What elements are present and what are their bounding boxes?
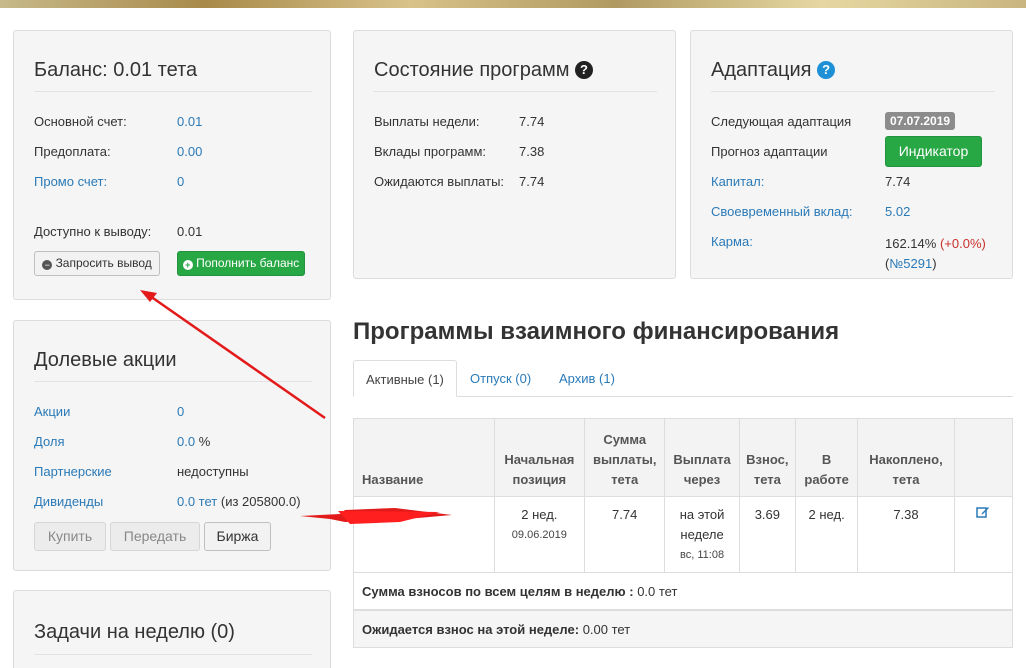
dividends-link[interactable]: Дивиденды	[34, 494, 103, 509]
row-payout-in: на этой неделе	[679, 507, 725, 542]
expected-fee-label: Ожидается взнос на этой неделе:	[362, 622, 580, 637]
expected-payouts-label: Ожидаются выплаты:	[374, 174, 505, 189]
topup-button-label: Пополнить баланс	[196, 256, 300, 270]
adaptation-title-wrap: Адаптация ?	[711, 59, 836, 82]
row-actions	[953, 496, 1014, 574]
prepayment-value[interactable]: 0.00	[177, 144, 202, 159]
karma-value-wrap: 162.14% (+0.0%) (№5291)	[885, 236, 986, 271]
weekly-sum-row: Сумма взносов по всем целям в неделю : 0…	[353, 572, 1013, 610]
col-in-work: В работе	[794, 418, 859, 497]
row-payout-in-cell: на этой неделе вс, 11:08	[664, 496, 740, 574]
program-deposits-label: Вклады программ:	[374, 144, 487, 159]
row-payout: 7.74	[584, 496, 666, 574]
withdraw-button[interactable]: − Запросить вывод	[34, 251, 160, 276]
timely-deposit-value[interactable]: 5.02	[885, 204, 910, 219]
promo-account-link[interactable]: Промо счет:	[34, 174, 107, 189]
withdraw-button-label: Запросить вывод	[55, 256, 152, 270]
row-position-date: 09.06.2019	[511, 529, 567, 541]
program-state-panel: Состояние программ ? Выплаты недели: 7.7…	[353, 30, 676, 279]
shares-value[interactable]: 0	[177, 404, 184, 419]
main-account-value[interactable]: 0.01	[177, 114, 202, 129]
weekly-sum-value: 0.0 тет	[637, 584, 678, 599]
shares-link[interactable]: Акции	[34, 404, 70, 419]
row-fee: 3.69	[738, 496, 796, 574]
row-position: 2 нед.	[521, 507, 558, 522]
row-in-work: 2 нед.	[794, 496, 859, 574]
dividends-value-wrap: 0.0 тет (из 205800.0)	[177, 494, 301, 509]
expected-fee-value: 0.00 тет	[582, 622, 631, 637]
expected-payouts-value: 7.74	[519, 174, 545, 189]
dividends-value[interactable]: 0.0 тет	[177, 494, 217, 509]
next-adaptation-date-badge: 07.07.2019	[885, 112, 956, 130]
partner-link[interactable]: Партнерские	[34, 464, 112, 479]
timely-deposit-link[interactable]: Своевременный вклад:	[711, 204, 852, 219]
shares-panel: Долевые акции Акции 0 Доля 0.0 % Партнер…	[13, 320, 331, 571]
programs-table: Название Начальная позиция Сумма выплаты…	[353, 418, 1014, 574]
table-header-row: Название Начальная позиция Сумма выплаты…	[353, 418, 1014, 497]
col-actions	[953, 418, 1014, 497]
part-value[interactable]: 0.0	[177, 434, 195, 449]
program-state-title-wrap: Состояние программ ?	[374, 59, 594, 82]
part-link[interactable]: Доля	[34, 434, 65, 449]
adaptation-panel: Адаптация ? Следующая адаптация 07.07.20…	[690, 30, 1013, 279]
dividends-extra: (из 205800.0)	[220, 494, 301, 509]
capital-value: 7.74	[885, 174, 911, 189]
promo-account-value[interactable]: 0	[177, 174, 184, 189]
row-payout-in-time: вс, 11:08	[680, 549, 725, 561]
available-value: 0.01	[177, 224, 203, 239]
table-row: 2 нед. 09.06.2019 7.74 на этой неделе вс…	[353, 496, 1014, 574]
main-account-label: Основной счет:	[34, 114, 127, 129]
adaptation-title: Адаптация	[711, 59, 812, 81]
expected-fee-row: Ожидается взнос на этой неделе: 0.00 тет	[353, 610, 1013, 648]
karma-value: 162.14%	[885, 236, 937, 251]
part-unit: %	[198, 434, 211, 449]
tasks-title: Задачи на неделю (0)	[34, 621, 235, 643]
row-accumulated: 7.38	[857, 496, 955, 574]
capital-link[interactable]: Капитал:	[711, 174, 764, 189]
forecast-label: Прогноз адаптации	[711, 144, 828, 159]
plus-circle-icon: +	[182, 260, 193, 270]
col-payout-in: Выплата через	[664, 418, 740, 497]
karma-delta: (+0.0%)	[939, 236, 986, 251]
programs-heading: Программы взаимного финансирования	[353, 318, 840, 345]
indicator-button[interactable]: Индикатор	[885, 136, 982, 167]
karma-link[interactable]: Карма:	[711, 234, 753, 249]
part-value-wrap: 0.0 %	[177, 434, 210, 449]
row-name	[353, 496, 495, 574]
tab-active[interactable]: Активные (1)	[353, 360, 457, 397]
row-position-cell: 2 нед. 09.06.2019	[493, 496, 586, 574]
edit-icon[interactable]	[976, 505, 990, 525]
weekly-payouts-label: Выплаты недели:	[374, 114, 480, 129]
balance-title: Баланс: 0.01 тета	[34, 59, 198, 81]
top-banner	[0, 0, 1026, 8]
col-accumulated: Накоплено, тета	[857, 418, 955, 497]
tab-vacation[interactable]: Отпуск (0)	[458, 360, 543, 397]
topup-button[interactable]: + Пополнить баланс	[177, 251, 305, 276]
col-fee: Взнос, тета	[738, 418, 796, 497]
prepayment-label: Предоплата:	[34, 144, 111, 159]
question-circle-icon[interactable]: ?	[575, 61, 594, 79]
next-adaptation-label: Следующая адаптация	[711, 114, 852, 129]
tasks-panel: Задачи на неделю (0)	[13, 590, 331, 668]
partner-value: недоступны	[177, 464, 249, 479]
question-circle-icon[interactable]: ?	[817, 61, 836, 79]
buy-button[interactable]: Купить	[34, 522, 106, 551]
exchange-button[interactable]: Биржа	[204, 522, 271, 551]
shares-title: Долевые акции	[34, 349, 177, 371]
program-state-title: Состояние программ	[374, 59, 570, 81]
balance-panel: Баланс: 0.01 тета Основной счет: 0.01 Пр…	[13, 30, 331, 300]
col-payout-sum: Сумма выплаты, тета	[584, 418, 666, 497]
available-label: Доступно к выводу:	[34, 224, 152, 239]
weekly-payouts-value: 7.74	[519, 114, 545, 129]
karma-number-link[interactable]: №5291	[889, 256, 932, 271]
program-deposits-value: 7.38	[519, 144, 545, 159]
transfer-button[interactable]: Передать	[110, 522, 200, 551]
col-name: Название	[353, 418, 495, 497]
tab-archive[interactable]: Архив (1)	[547, 360, 627, 397]
col-start-position: Начальная позиция	[493, 418, 586, 497]
weekly-sum-label: Сумма взносов по всем целям в неделю :	[362, 584, 634, 599]
minus-circle-icon: −	[42, 260, 53, 270]
